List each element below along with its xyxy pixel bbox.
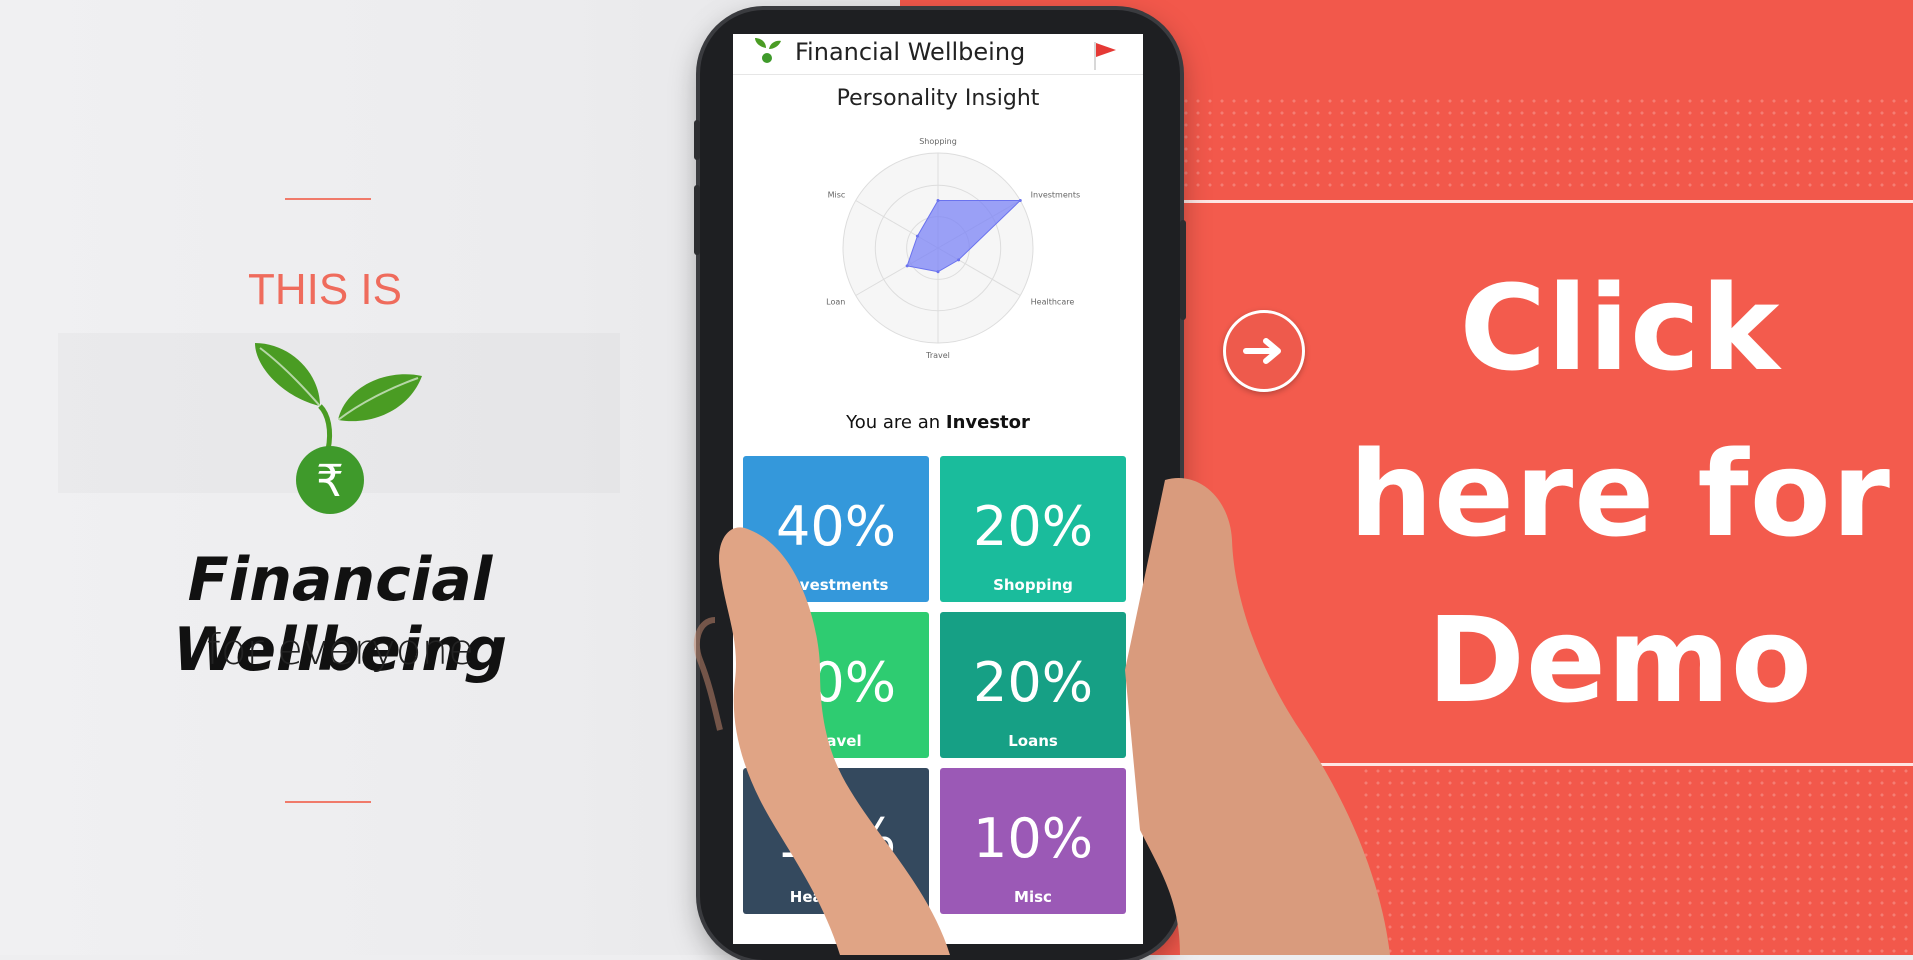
hand-illustration bbox=[693, 478, 1390, 955]
radar-axis-label: Loan bbox=[826, 298, 845, 307]
arrow-right-icon bbox=[1243, 338, 1281, 364]
phone-side-button bbox=[694, 185, 700, 255]
radar-point bbox=[936, 199, 940, 202]
demo-line-1: Click bbox=[1459, 259, 1781, 397]
radar-axis-label: Healthcare bbox=[1031, 298, 1075, 307]
red-flag-icon[interactable] bbox=[1091, 40, 1119, 72]
personality-prefix: You are an bbox=[846, 412, 941, 433]
tagline-this-is: THIS IS bbox=[247, 265, 403, 314]
radar-point bbox=[905, 264, 909, 268]
radar-axis-label: Shopping bbox=[919, 137, 957, 146]
personality-type: Investor bbox=[945, 412, 1030, 433]
brand-subtitle: for everyone bbox=[206, 625, 474, 674]
radar-point bbox=[936, 270, 940, 274]
sprout-rupee-logo-icon: ₹ bbox=[255, 343, 422, 514]
dot-pattern-top bbox=[1180, 95, 1913, 190]
sprout-icon bbox=[755, 38, 781, 63]
phone-side-button bbox=[1180, 220, 1186, 320]
radar-chart: Shopping Investments Healthcare Travel Loan M… bbox=[826, 137, 1080, 360]
radar-axis-label: Misc bbox=[828, 191, 846, 200]
radar-axis-label: Travel bbox=[925, 351, 950, 360]
app-title: Financial Wellbeing bbox=[795, 38, 1026, 66]
demo-line-2: here for bbox=[1349, 425, 1891, 563]
divider-bottom bbox=[285, 801, 371, 803]
section-title: Personality Insight bbox=[836, 86, 1040, 111]
phone-side-button bbox=[694, 120, 700, 160]
divider-top bbox=[285, 198, 371, 200]
app-header: Financial Wellbeing bbox=[733, 34, 1143, 75]
arrow-right-circle-icon[interactable] bbox=[1223, 310, 1305, 392]
rupee-symbol: ₹ bbox=[316, 456, 344, 507]
demo-line-3: Demo bbox=[1426, 591, 1813, 729]
radar-point bbox=[957, 258, 961, 262]
demo-link[interactable]: Click here for Demo bbox=[1340, 245, 1900, 743]
radar-point bbox=[915, 234, 919, 238]
radar-point bbox=[1018, 199, 1022, 202]
dot-pattern-bottom bbox=[1360, 765, 1913, 955]
personality-result: You are an Investor bbox=[733, 412, 1143, 433]
radar-axis-label: Investments bbox=[1031, 191, 1080, 200]
